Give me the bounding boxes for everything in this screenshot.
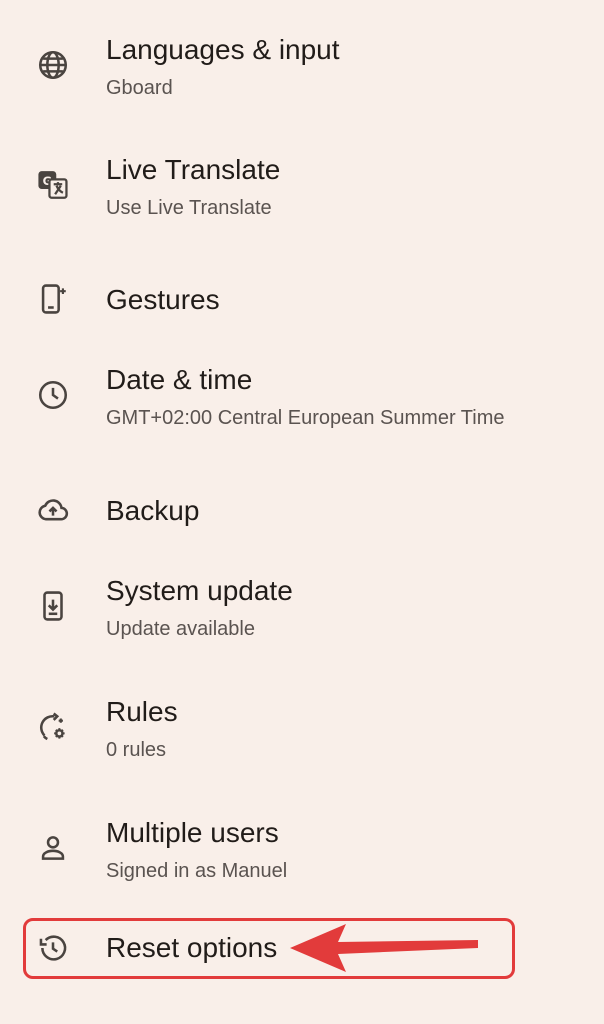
globe-icon: [36, 48, 70, 82]
settings-item-title: Date & time: [106, 364, 253, 395]
gesture-phone-icon: [36, 282, 70, 316]
settings-item-date-time[interactable]: Date & time GMT+02:00 Central European S…: [0, 336, 604, 456]
settings-item-subtitle: Update available: [106, 618, 255, 640]
settings-item-title: Languages & input: [106, 34, 340, 65]
settings-list: Languages & input Gboard G Live Translat…: [0, 0, 604, 1024]
settings-item-reset-options[interactable]: Reset options: [0, 894, 604, 1004]
translate-icon: G: [36, 168, 70, 202]
settings-item-title: Live Translate: [106, 154, 281, 185]
settings-item-title: Multiple users: [106, 817, 279, 848]
settings-item-title: Gestures: [106, 284, 220, 315]
settings-item-title: Reset options: [106, 932, 278, 963]
settings-item-subtitle: GMT+02:00 Central European Summer Time: [106, 407, 505, 429]
history-icon: [36, 931, 70, 965]
settings-item-subtitle: Gboard: [106, 77, 173, 99]
rules-icon: [36, 710, 70, 744]
settings-item-languages-input[interactable]: Languages & input Gboard: [0, 6, 604, 126]
cloud-upload-icon: [36, 493, 70, 527]
settings-item-subtitle: 0 rules: [106, 739, 167, 761]
system-update-icon: [36, 589, 70, 623]
settings-item-rules[interactable]: Rules 0 rules: [0, 668, 604, 788]
settings-item-title: System update: [106, 575, 293, 606]
settings-item-multiple-users[interactable]: Multiple users Signed in as Manuel: [0, 789, 604, 909]
person-icon: [36, 831, 70, 865]
settings-item-subtitle: Signed in as Manuel: [106, 860, 288, 882]
settings-item-live-translate[interactable]: G Live Translate Use Live Translate: [0, 126, 604, 246]
settings-item-subtitle: Use Live Translate: [106, 197, 272, 219]
settings-item-title: Backup: [106, 495, 200, 526]
clock-icon: [36, 378, 70, 412]
settings-item-title: Rules: [106, 696, 178, 727]
settings-item-system-update[interactable]: System update Update available: [0, 547, 604, 667]
